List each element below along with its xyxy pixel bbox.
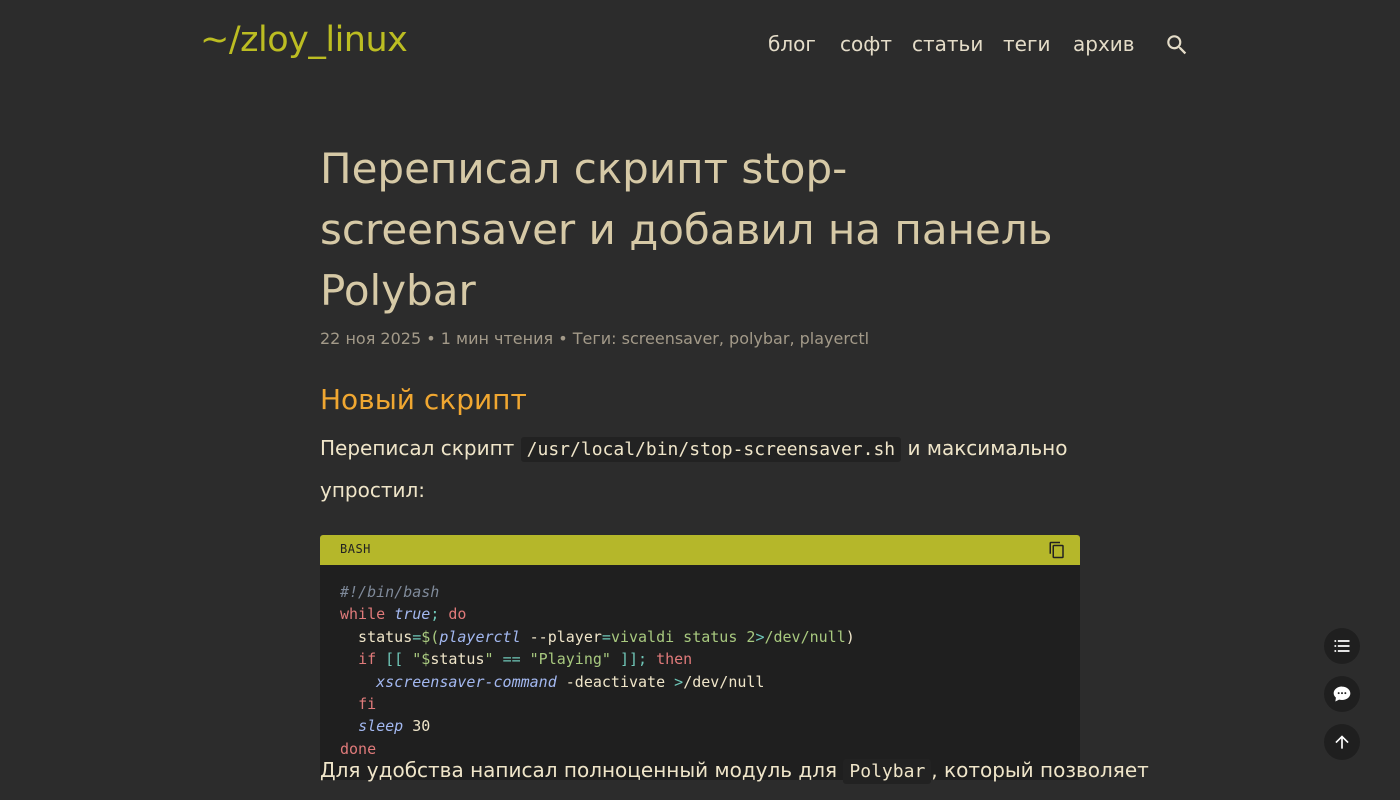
paragraph-text: , который позволяет bbox=[931, 758, 1149, 782]
arrow-up-icon bbox=[1335, 735, 1349, 749]
post-title: Переписал скрипт stop-screensaver и доба… bbox=[320, 144, 1053, 315]
inline-code-polybar: Polybar bbox=[843, 759, 932, 784]
meta-separator: • bbox=[421, 329, 441, 348]
search-icon bbox=[1167, 35, 1187, 55]
post-meta: 22 ноя 2025 • 1 мин чтения • Теги: scree… bbox=[320, 329, 1080, 348]
code-body: #!/bin/bash while true; do status=$(play… bbox=[320, 565, 1080, 781]
copy-icon bbox=[1049, 541, 1064, 559]
section-title: Новый скрипт bbox=[320, 383, 527, 416]
code-block: BASH #!/bin/bash while true; do status=$… bbox=[320, 535, 1080, 781]
nav-item-blog[interactable]: блог bbox=[768, 32, 816, 56]
tag-link-screensaver[interactable]: screensaver bbox=[622, 329, 719, 348]
site-logo[interactable]: ~/zloy_linux bbox=[200, 20, 408, 60]
list-icon bbox=[1334, 640, 1350, 652]
inline-code-path: /usr/local/bin/stop-screensaver.sh bbox=[520, 437, 902, 462]
code-language: BASH bbox=[340, 542, 371, 556]
nav-item-archive[interactable]: архив bbox=[1073, 32, 1135, 56]
code-header: BASH bbox=[320, 535, 1080, 565]
toc-button[interactable] bbox=[1324, 628, 1360, 664]
back-to-top-button[interactable] bbox=[1324, 724, 1360, 760]
nav-item-soft[interactable]: софт bbox=[840, 32, 892, 56]
reading-time: 1 мин чтения bbox=[440, 329, 554, 348]
tag-separator: , bbox=[718, 329, 730, 348]
search-button[interactable] bbox=[1164, 32, 1190, 58]
paragraph: Для удобства написал полноценный модуль … bbox=[320, 750, 1149, 792]
tag-separator: , bbox=[789, 329, 800, 348]
nav-item-articles[interactable]: статьи bbox=[912, 32, 983, 56]
comments-button[interactable] bbox=[1324, 676, 1360, 712]
nav-item-tags[interactable]: теги bbox=[1003, 32, 1050, 56]
paragraph-text: Для удобства написал полноценный модуль … bbox=[320, 758, 844, 782]
paragraph-text: Переписал скрипт bbox=[320, 436, 521, 460]
tags-label: Теги: bbox=[572, 329, 622, 348]
post-date: 22 ноя 2025 bbox=[320, 329, 422, 348]
copy-button[interactable] bbox=[1048, 541, 1066, 559]
meta-separator: • bbox=[553, 329, 573, 348]
paragraph: Переписал скрипт /usr/local/bin/stop-scr… bbox=[320, 428, 1080, 511]
code-line-shebang: #!/bin/bash bbox=[340, 583, 440, 601]
comment-icon bbox=[1333, 686, 1351, 702]
post: Переписал скрипт stop-screensaver и доба… bbox=[320, 138, 1080, 781]
tag-link-polybar[interactable]: polybar bbox=[729, 329, 789, 348]
tag-link-playerctl[interactable]: playerctl bbox=[800, 329, 869, 348]
